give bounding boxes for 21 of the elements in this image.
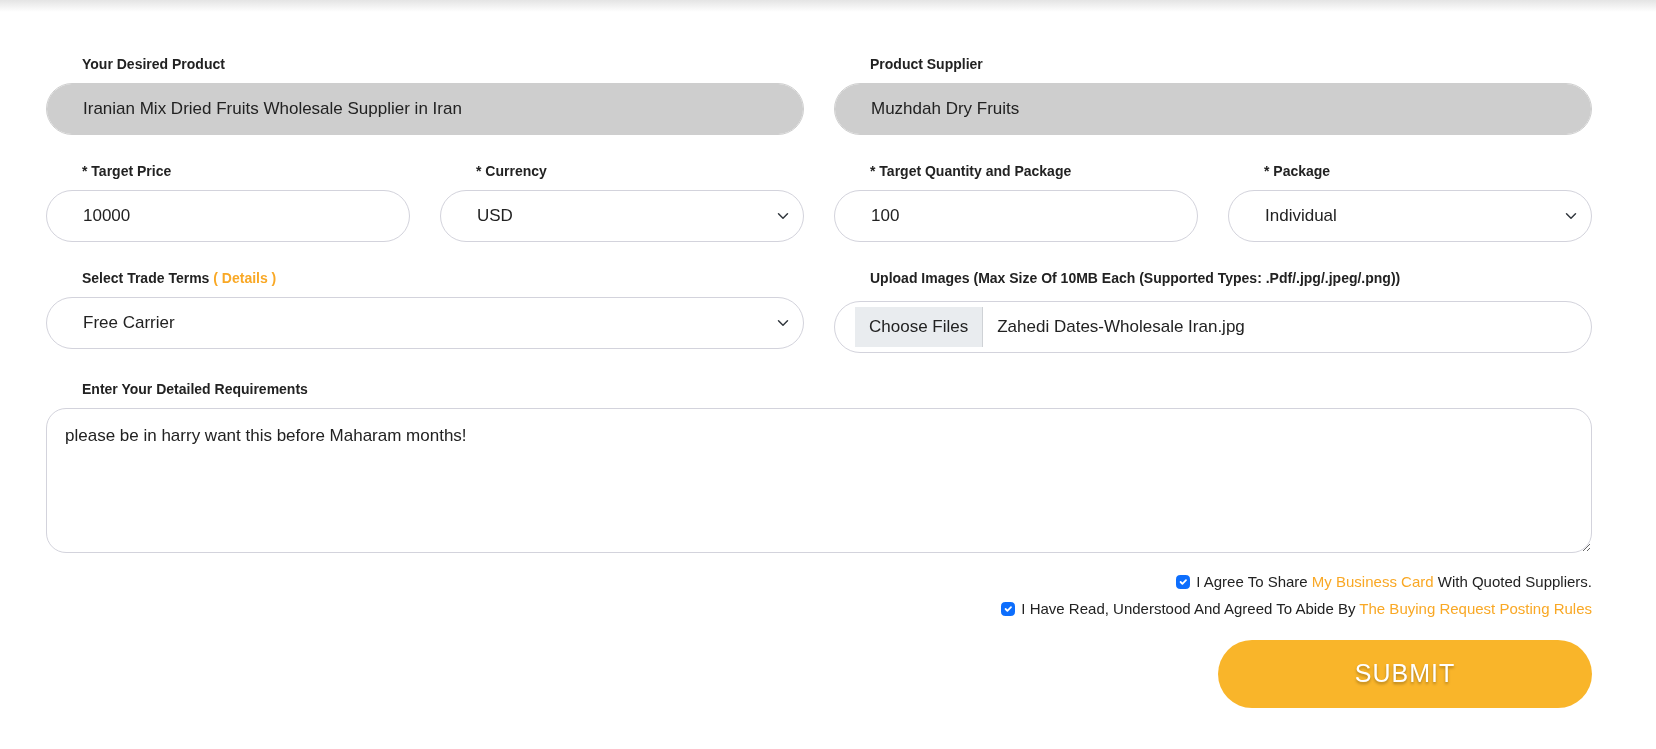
field-label: * Currency [476,162,547,181]
requirements-field[interactable]: please be in harry want this before Maharam months! [46,408,1592,553]
field-label: Enter Your Detailed Requirements [82,380,308,399]
dropdown-field[interactable]: USD [440,190,804,242]
field-label: Upload Images (Max Size Of 10MB Each (Supported Types: .Pdf/.jpg/.jpeg/.png)) [870,269,1401,288]
dropdown-field[interactable]: Free Carrier [46,297,804,349]
text-field[interactable]: 100 [834,190,1198,242]
agreement-checkbox[interactable] [1001,601,1016,616]
file-name: Zahedi Dates-Wholesale Iran.jpg [997,316,1245,339]
field-label: * Package [1264,162,1331,181]
field-label: * Target Price [82,162,172,181]
field-label: Select Trade Terms ( Details ) [82,269,277,288]
choose-files-button[interactable]: Choose Files [855,307,984,347]
field-label: Product Supplier [870,55,983,74]
dropdown-field[interactable]: Individual [1228,190,1592,242]
agreement-checkbox[interactable] [1176,575,1191,590]
agreement-text: I Have Read, Understood And Agreed To Abide By The Buying Request Posting Rules [1021,598,1592,619]
field-label: * Target Quantity and Package [870,162,1072,181]
agreement-text: I Agree To Share My Business Card With Quoted Suppliers. [1196,572,1592,592]
field-label: Your Desired Product [82,55,225,74]
text-field[interactable]: 10000 [46,190,410,242]
